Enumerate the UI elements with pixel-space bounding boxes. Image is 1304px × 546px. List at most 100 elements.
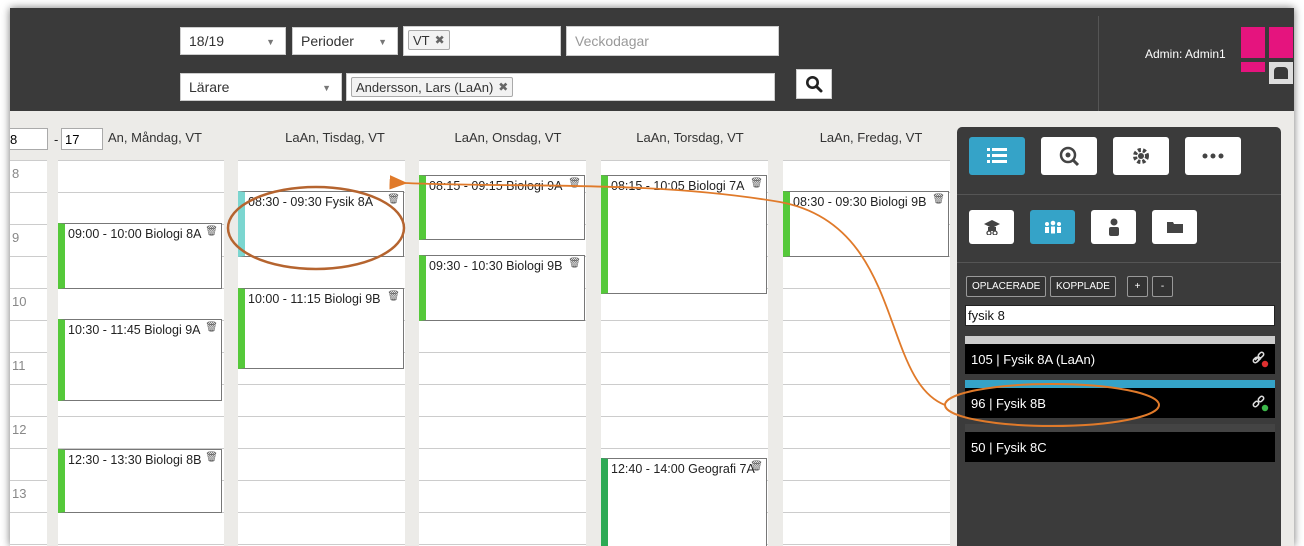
grid-line <box>783 160 950 161</box>
remove-tag-icon[interactable]: ✖ <box>435 33 445 47</box>
grid-line <box>10 480 47 481</box>
hour-label: 9 <box>12 230 20 245</box>
grid-line <box>783 448 950 449</box>
grid-line <box>783 320 950 321</box>
grid-line <box>238 160 405 161</box>
trash-icon[interactable]: 🗑 <box>568 178 581 189</box>
teacher-tag: Andersson, Lars (LaAn) ✖ <box>351 77 514 97</box>
trash-icon[interactable]: 🗑 <box>387 194 400 205</box>
event-label: 12:30 - 13:30 Biologi 8B <box>68 453 202 467</box>
header-divider <box>1098 16 1099 111</box>
folder-icon <box>1166 222 1183 233</box>
admin-user-label[interactable]: Admin: Admin1 <box>1145 47 1226 61</box>
period-tags-input[interactable]: VT ✖ <box>403 26 561 56</box>
list-icon <box>987 148 1007 163</box>
trash-icon[interactable]: 🗑 <box>205 452 218 463</box>
grid-line <box>238 512 405 513</box>
grid-line <box>419 352 586 353</box>
tab-kopplade[interactable]: KOPPLADE <box>1050 276 1116 297</box>
grid-line <box>10 416 47 417</box>
grid-line <box>783 512 950 513</box>
search-icon <box>806 76 823 93</box>
day-header-thursday: LaAn, Torsdag, VT <box>636 130 744 145</box>
grid-line <box>10 448 47 449</box>
grid-line <box>601 352 768 353</box>
event-label: 10:30 - 11:45 Biologi 9A <box>68 323 201 337</box>
period-tag: VT ✖ <box>408 30 450 50</box>
search-button[interactable] <box>796 69 832 99</box>
chevron-down-icon: ▼ <box>378 37 387 47</box>
grid-line <box>419 384 586 385</box>
hour-label: 10 <box>12 294 27 309</box>
event-block[interactable]: 10:00 - 11:15 Biologi 9B 🗑 <box>238 288 404 369</box>
graduation-filter-button[interactable] <box>969 210 1014 244</box>
event-block[interactable]: 09:30 - 10:30 Biologi 9B 🗑 <box>419 255 585 321</box>
person-icon <box>1108 218 1119 236</box>
course-color-bar <box>965 336 1275 344</box>
course-filter-input[interactable] <box>965 305 1275 326</box>
event-block[interactable]: 10:30 - 11:45 Biologi 9A 🗑 <box>58 319 222 401</box>
inspect-button[interactable] <box>1041 137 1097 175</box>
course-color-bar <box>965 424 1275 432</box>
grid-line <box>10 192 47 193</box>
event-block[interactable]: 12:30 - 13:30 Biologi 8B 🗑 <box>58 449 222 513</box>
trash-icon[interactable]: 🗑 <box>750 461 763 472</box>
event-block[interactable]: 08:30 - 09:30 Biologi 9B 🗑 <box>783 191 949 257</box>
grid-line <box>601 320 768 321</box>
trash-icon[interactable]: 🗑 <box>387 291 400 302</box>
grid-line <box>419 512 586 513</box>
grid-line <box>10 512 47 513</box>
folder-filter-button[interactable] <box>1152 210 1197 244</box>
grid-line <box>10 288 47 289</box>
chevron-down-icon: ▼ <box>322 83 331 93</box>
remove-tag-icon[interactable]: ✖ <box>498 80 508 94</box>
period-select[interactable]: Perioder ▼ <box>292 27 398 55</box>
event-label: 08:30 - 09:30 Fysik 8A <box>248 195 374 209</box>
grid-line <box>238 448 405 449</box>
trash-icon[interactable]: 🗑 <box>205 226 218 237</box>
graduation-cap-icon <box>983 220 1000 235</box>
course-item[interactable]: 105 | Fysik 8A (LaAn) <box>965 344 1275 374</box>
event-block[interactable]: 09:00 - 10:00 Biologi 8A 🗑 <box>58 223 222 289</box>
teacher-tags-input[interactable]: Andersson, Lars (LaAn) ✖ <box>346 73 775 101</box>
event-label: 09:30 - 10:30 Biologi 9B <box>429 259 563 273</box>
event-label: 10:00 - 11:15 Biologi 9B <box>248 292 381 306</box>
remove-button[interactable]: - <box>1152 276 1173 297</box>
grid-line <box>419 544 586 545</box>
day-header-friday: LaAn, Fredag, VT <box>819 130 923 145</box>
weekdays-input[interactable]: Veckodagar <box>566 26 779 56</box>
event-block[interactable]: 08:30 - 09:30 Fysik 8A 🗑 <box>238 191 404 257</box>
unlink-icon[interactable] <box>1251 350 1269 371</box>
event-block[interactable]: 08:15 - 10:05 Biologi 7A 🗑 <box>601 175 767 294</box>
hour-from-input[interactable] <box>10 128 48 150</box>
trash-icon[interactable]: 🗑 <box>750 178 763 189</box>
event-block[interactable]: 12:40 - 14:00 Geografi 7A 🗑 <box>601 458 767 546</box>
year-select[interactable]: 18/19 ▼ <box>180 27 286 55</box>
course-item[interactable]: 50 | Fysik 8C <box>965 432 1275 462</box>
day-column-thursday: 08:15 - 10:05 Biologi 7A 🗑 12:40 - 14:00… <box>601 160 768 546</box>
groups-filter-button[interactable] <box>1030 210 1075 244</box>
course-color-bar <box>965 380 1275 388</box>
trash-icon[interactable]: 🗑 <box>568 258 581 269</box>
role-select[interactable]: Lärare ▼ <box>180 73 342 101</box>
weekdays-placeholder: Veckodagar <box>575 33 649 49</box>
tab-oplacerade[interactable]: OPLACERADE <box>966 276 1047 297</box>
gear-icon <box>1133 148 1149 164</box>
person-filter-button[interactable] <box>1091 210 1136 244</box>
settings-button[interactable] <box>1113 137 1169 175</box>
add-button[interactable]: + <box>1127 276 1148 297</box>
more-button[interactable] <box>1185 137 1241 175</box>
course-label: 50 | Fysik 8C <box>971 439 1047 455</box>
hour-label: 13 <box>12 486 27 501</box>
course-item[interactable]: 96 | Fysik 8B <box>965 388 1275 418</box>
trash-icon[interactable]: 🗑 <box>932 194 945 205</box>
day-column-monday: 09:00 - 10:00 Biologi 8A 🗑 10:30 - 11:45… <box>58 160 224 546</box>
event-block[interactable]: 08:15 - 09:15 Biologi 9A 🗑 <box>419 175 585 240</box>
trash-icon[interactable]: 🗑 <box>205 322 218 333</box>
list-view-button[interactable] <box>969 137 1025 175</box>
link-icon[interactable] <box>1251 394 1269 415</box>
grid-line <box>601 384 768 385</box>
grid-line <box>783 480 950 481</box>
grid-line <box>10 352 47 353</box>
more-dots-icon <box>1202 153 1224 159</box>
